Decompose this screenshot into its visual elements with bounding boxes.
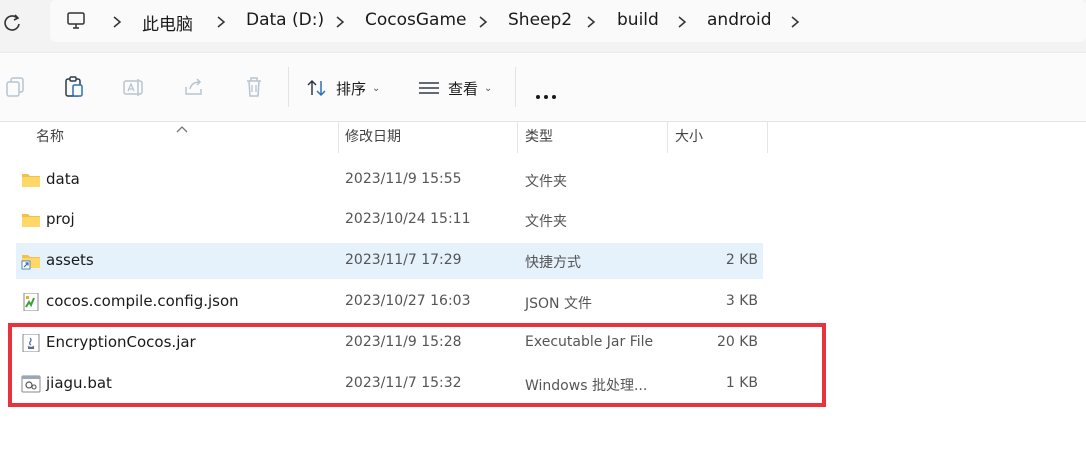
more-options-icon[interactable] bbox=[535, 85, 557, 99]
delete-icon[interactable] bbox=[242, 75, 266, 99]
file-date: 2023/10/24 15:11 bbox=[345, 211, 471, 227]
column-header-modified[interactable]: 修改日期 bbox=[345, 121, 401, 153]
toolbar-separator bbox=[288, 67, 289, 107]
file-row-proj[interactable]: proj 2023/10/24 15:11 文件夹 bbox=[16, 202, 763, 238]
breadcrumb-build[interactable]: build bbox=[617, 10, 659, 30]
file-name: assets bbox=[46, 251, 94, 269]
paste-icon[interactable] bbox=[62, 75, 86, 99]
view-button[interactable]: 查看 ⌄ bbox=[418, 75, 492, 101]
column-header-type[interactable]: 类型 bbox=[525, 121, 553, 153]
breadcrumb-data-drive[interactable]: Data (D:) bbox=[246, 10, 324, 30]
file-type: JSON 文件 bbox=[525, 296, 592, 312]
breadcrumb-cocosgame[interactable]: CocosGame bbox=[365, 10, 467, 30]
sort-button[interactable]: 排序 ⌄ bbox=[306, 75, 380, 101]
file-type: 快捷方式 bbox=[525, 255, 581, 271]
file-date: 2023/11/7 17:29 bbox=[345, 252, 462, 268]
address-bar-row: 此电脑 Data (D:) CocosGame Sheep2 build and… bbox=[0, 0, 1086, 52]
file-date: 2023/10/27 16:03 bbox=[345, 293, 471, 309]
column-header-size[interactable]: 大小 bbox=[675, 121, 703, 153]
shortcut-folder-icon bbox=[21, 252, 41, 270]
toolbar-separator bbox=[515, 67, 516, 107]
address-bar[interactable]: 此电脑 Data (D:) CocosGame Sheep2 build and… bbox=[50, 0, 1086, 42]
folder-icon bbox=[21, 211, 41, 229]
sort-icon bbox=[307, 79, 326, 97]
chevron-down-icon: ⌄ bbox=[484, 82, 493, 94]
json-file-icon bbox=[21, 292, 41, 312]
column-divider[interactable] bbox=[667, 121, 668, 153]
file-name: cocos.compile.config.json bbox=[46, 292, 239, 310]
chevron-right-icon[interactable] bbox=[478, 14, 488, 28]
sort-ascending-icon bbox=[176, 118, 188, 133]
share-icon[interactable] bbox=[182, 75, 206, 99]
chevron-right-icon[interactable] bbox=[586, 14, 596, 28]
column-divider[interactable] bbox=[517, 121, 518, 153]
file-size: 2 KB bbox=[725, 252, 758, 268]
file-type: 文件夹 bbox=[525, 214, 567, 230]
breadcrumb-this-pc[interactable]: 此电脑 bbox=[142, 10, 193, 35]
column-divider[interactable] bbox=[767, 121, 768, 153]
annotation-highlight-box bbox=[8, 323, 826, 407]
computer-icon[interactable] bbox=[66, 11, 88, 31]
chevron-right-icon[interactable] bbox=[216, 14, 226, 28]
chevron-right-icon[interactable] bbox=[335, 14, 345, 28]
copy-icon[interactable] bbox=[4, 75, 28, 99]
refresh-icon[interactable] bbox=[2, 10, 24, 36]
file-type: 文件夹 bbox=[525, 174, 567, 190]
view-label: 查看 bbox=[448, 79, 479, 98]
breadcrumb-sheep2[interactable]: Sheep2 bbox=[508, 10, 572, 30]
command-bar: 排序 ⌄ 查看 ⌄ bbox=[0, 52, 1086, 122]
column-divider[interactable] bbox=[338, 121, 339, 153]
breadcrumb-android[interactable]: android bbox=[707, 10, 772, 30]
chevron-right-icon[interactable] bbox=[112, 14, 122, 28]
file-row-cocos-config[interactable]: cocos.compile.config.json 2023/10/27 16:… bbox=[16, 284, 763, 320]
file-size: 3 KB bbox=[725, 293, 758, 309]
folder-icon bbox=[21, 171, 41, 189]
column-header-name[interactable]: 名称 bbox=[36, 121, 64, 153]
file-date: 2023/11/9 15:55 bbox=[345, 171, 462, 187]
chevron-right-icon[interactable] bbox=[677, 14, 687, 28]
file-name: data bbox=[46, 170, 80, 188]
file-row-assets[interactable]: assets 2023/11/7 17:29 快捷方式 2 KB bbox=[16, 243, 763, 279]
file-name: proj bbox=[46, 210, 75, 228]
chevron-down-icon: ⌄ bbox=[372, 82, 381, 94]
file-row-data[interactable]: data 2023/11/9 15:55 文件夹 bbox=[16, 162, 763, 198]
chevron-right-icon[interactable] bbox=[790, 14, 800, 28]
rename-icon[interactable] bbox=[122, 75, 146, 99]
view-list-icon bbox=[419, 82, 439, 94]
sort-label: 排序 bbox=[336, 79, 367, 98]
